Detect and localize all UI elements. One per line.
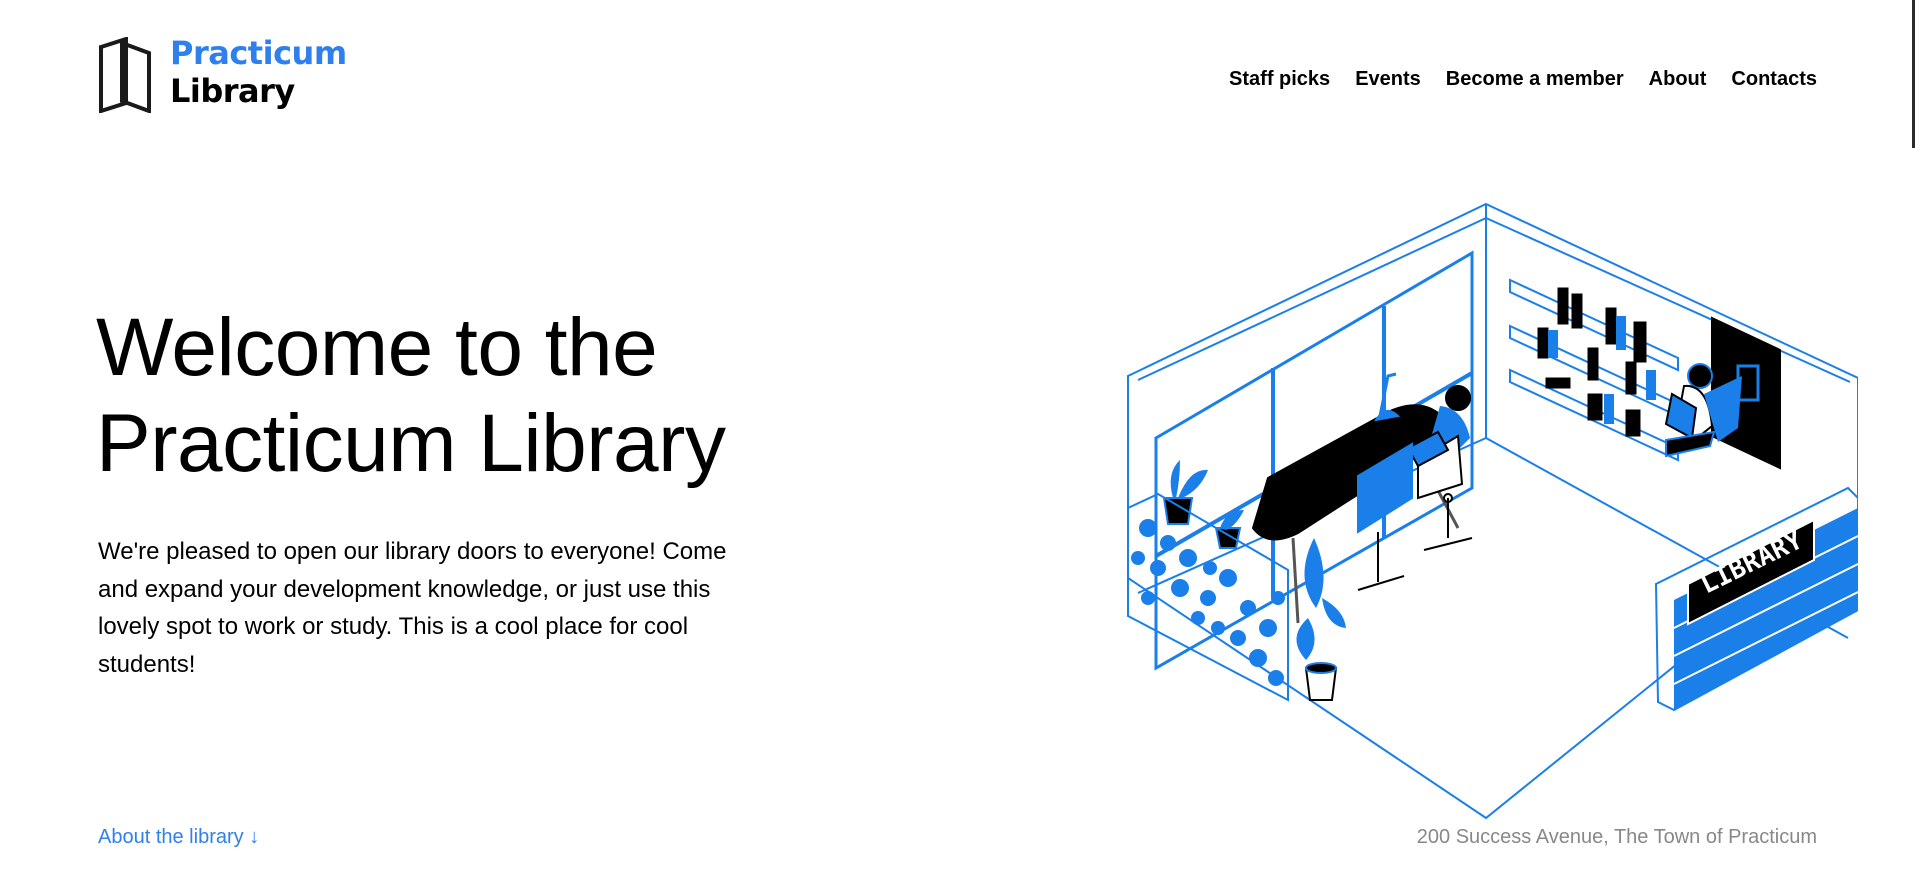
logo-books-icon xyxy=(99,37,151,113)
nav-staff-picks[interactable]: Staff picks xyxy=(1229,68,1330,91)
nav-events[interactable]: Events xyxy=(1355,68,1421,91)
nav-become-member[interactable]: Become a member xyxy=(1446,68,1624,91)
logo[interactable]: Practicum Library xyxy=(98,37,347,113)
page-title: Welcome to the Practicum Library xyxy=(96,302,726,489)
library-room-illustration: LIBRARY xyxy=(1127,202,1858,820)
logo-line-1: Practicum xyxy=(170,34,347,72)
logo-wordmark: Practicum Library xyxy=(170,37,347,107)
intro-text: We're pleased to open our library doors … xyxy=(98,538,727,678)
address-text: 200 Success Avenue, The Town of Practicu… xyxy=(1416,826,1817,848)
about-library-link[interactable]: About the library ↓ xyxy=(98,826,259,849)
nav-contacts[interactable]: Contacts xyxy=(1731,68,1817,91)
main-nav: Staff picks Events Become a member About… xyxy=(1229,68,1817,91)
nav-about[interactable]: About xyxy=(1649,68,1707,91)
logo-line-2: Library xyxy=(170,72,295,110)
